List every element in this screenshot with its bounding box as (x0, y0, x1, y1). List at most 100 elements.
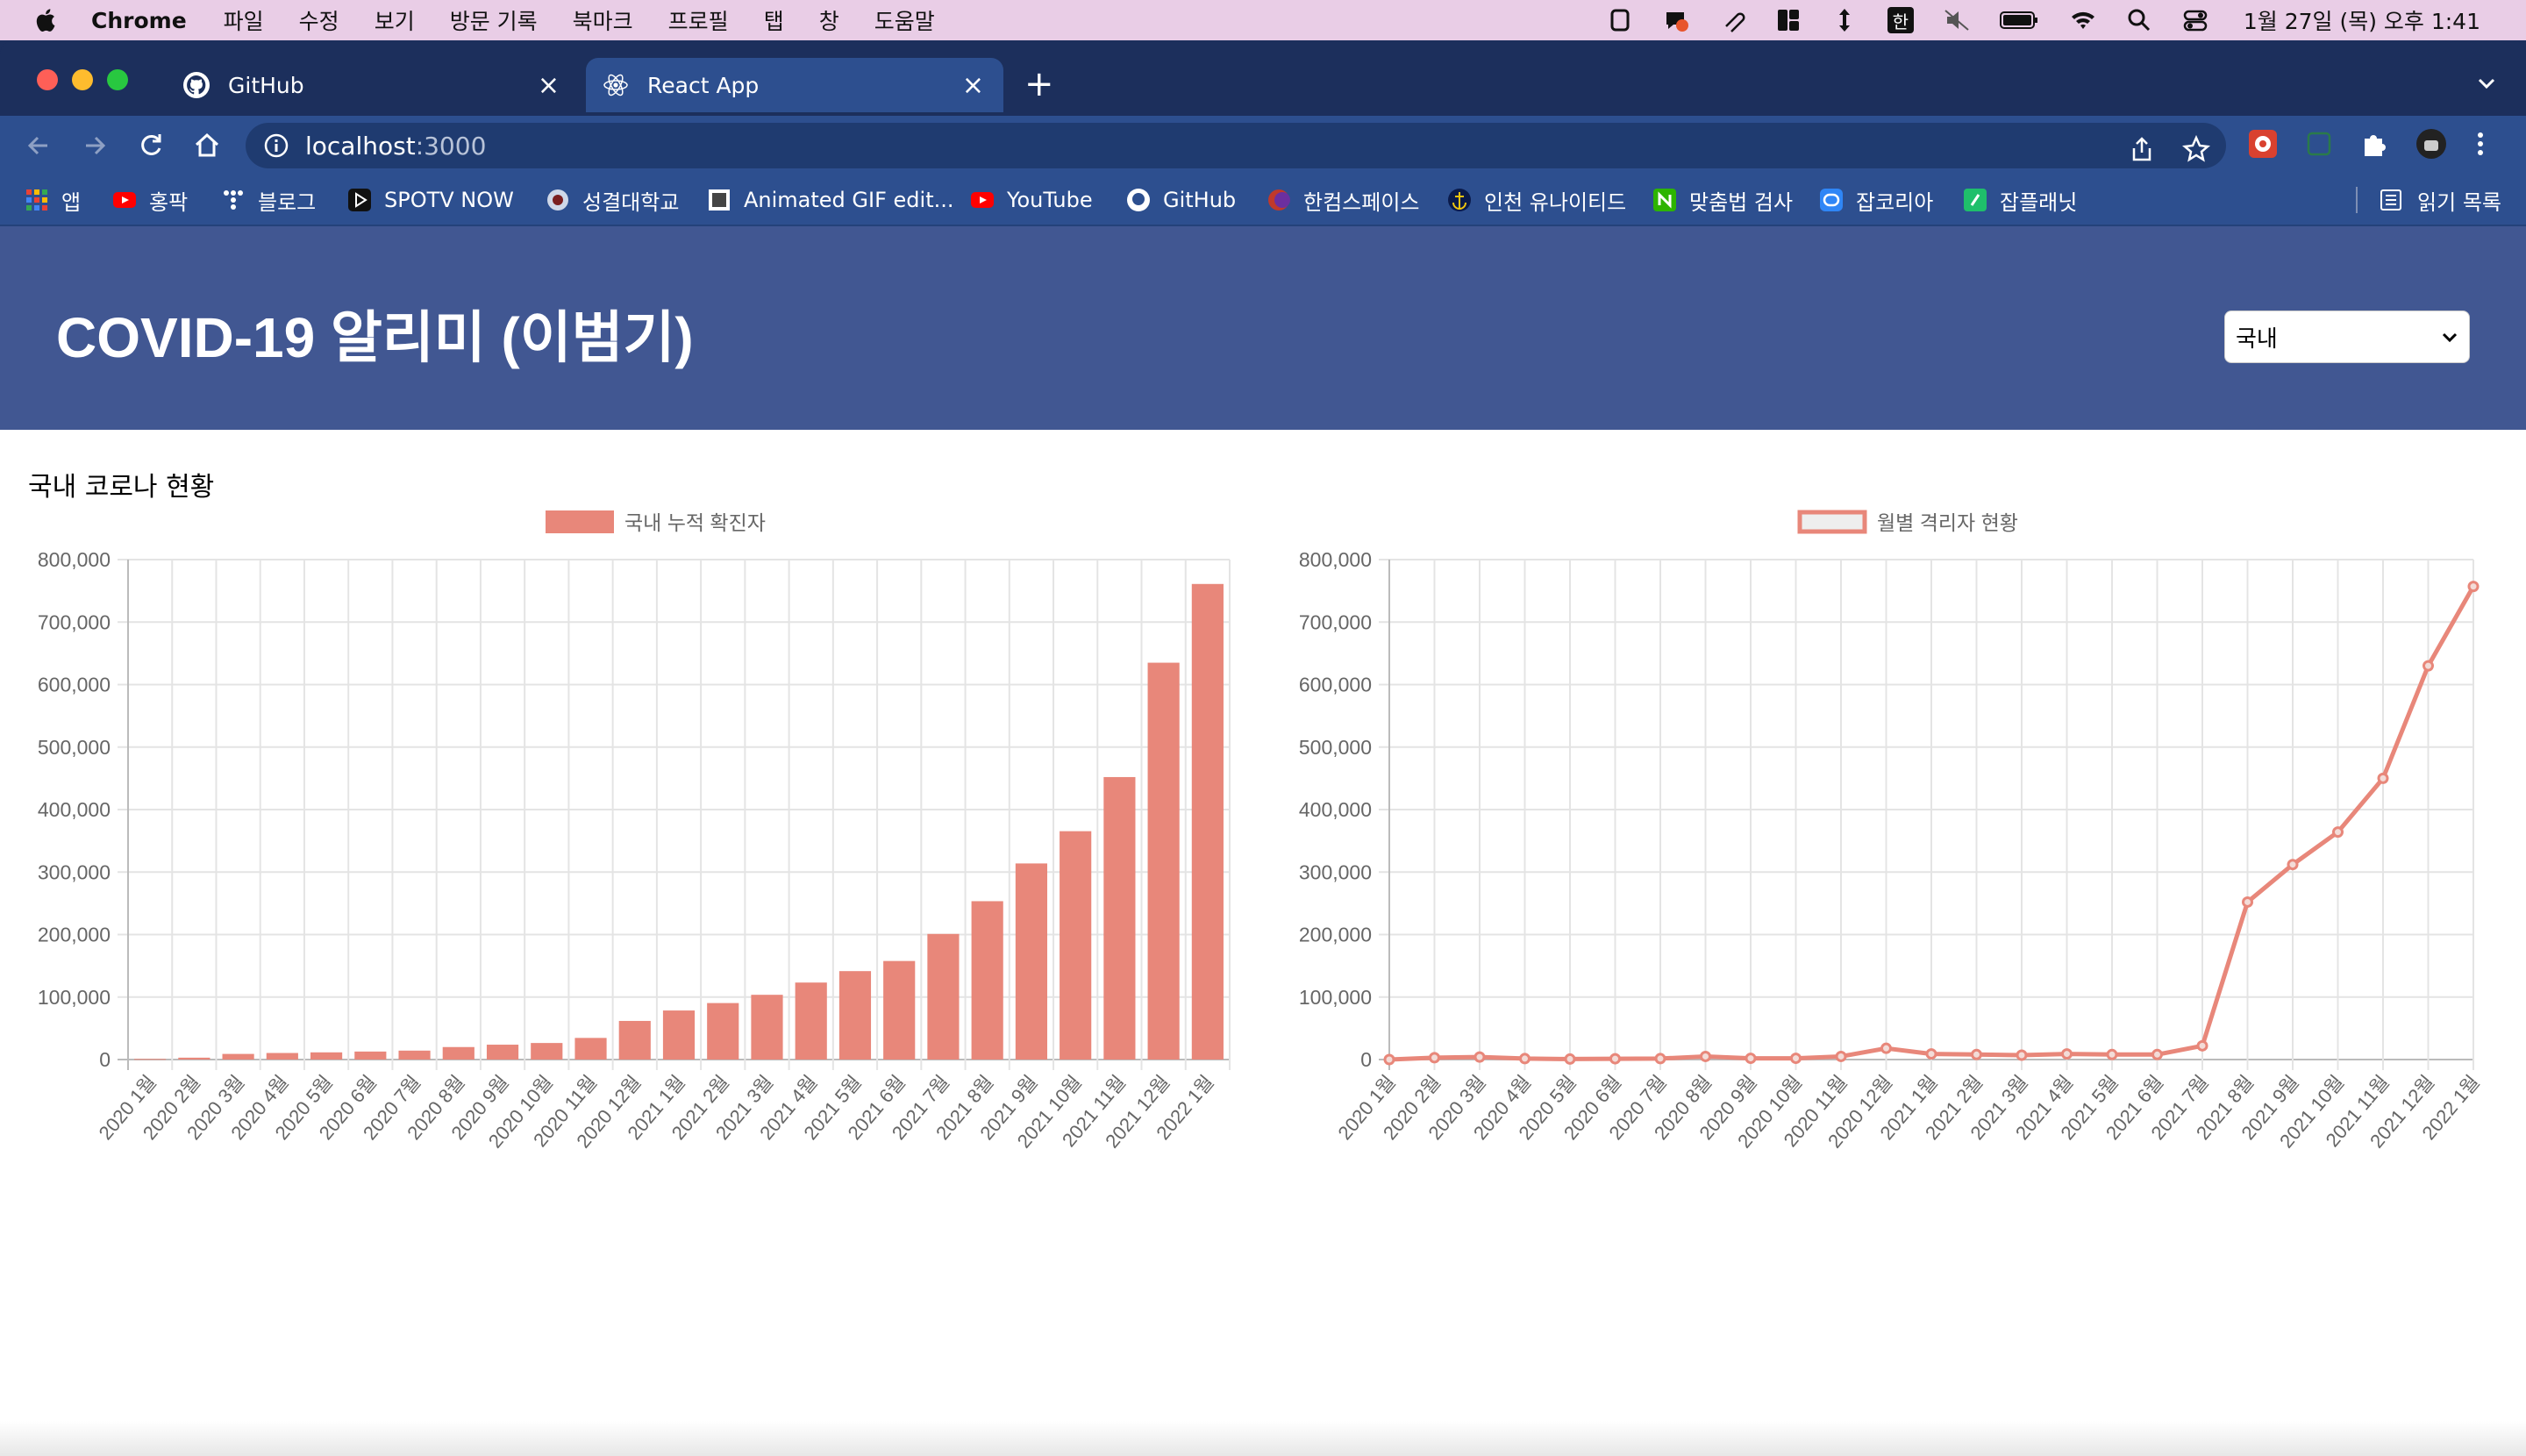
bookmark-jobkorea[interactable]: 잡코리아 (1819, 184, 1933, 216)
menu-view[interactable]: 보기 (375, 4, 415, 36)
bar (707, 1003, 739, 1060)
bar (398, 1050, 431, 1060)
url-host: localhost (305, 131, 416, 161)
region-select[interactable]: 국내 (2224, 310, 2470, 363)
puzzle-icon[interactable] (2359, 128, 2391, 160)
bookmark-gif-editor[interactable]: Animated GIF edit... (707, 184, 954, 216)
menu-clock[interactable]: 1월 27일 (목) 오후 1:41 (2244, 4, 2480, 36)
bar (222, 1053, 254, 1060)
y-tick-label: 700,000 (38, 610, 111, 633)
bookmark-apps[interactable]: 앱 (25, 184, 81, 216)
bookmark-label: 블로그 (258, 189, 317, 215)
jobkorea-icon (1820, 189, 1843, 211)
menu-history[interactable]: 방문 기록 (450, 4, 538, 36)
share-icon[interactable] (2128, 135, 2156, 163)
control-center-icon[interactable] (2182, 7, 2208, 33)
close-tab-icon[interactable]: × (962, 70, 984, 101)
blog-icon (224, 190, 243, 210)
mute-icon[interactable] (1944, 7, 1970, 33)
zoom-window-button[interactable] (107, 69, 128, 90)
star-icon[interactable] (2182, 135, 2210, 163)
close-window-button[interactable] (37, 69, 58, 90)
bookmark-spellcheck[interactable]: 맞춤법 검사 (1652, 184, 1793, 216)
menu-tab[interactable]: 탭 (764, 4, 784, 36)
layout-icon[interactable] (1775, 7, 1802, 33)
battery-icon[interactable] (1999, 7, 2040, 33)
y-tick-label: 0 (1360, 1048, 1372, 1071)
forward-icon[interactable] (79, 130, 111, 161)
legend-label: 월별 격리자 현황 (1877, 511, 2018, 534)
data-point (1429, 1052, 1440, 1064)
page-bottom-edge (0, 1421, 2526, 1456)
menu-help[interactable]: 도움말 (874, 4, 935, 36)
menu-app-name[interactable]: Chrome (91, 8, 187, 33)
bar (574, 1038, 607, 1060)
bar (310, 1052, 343, 1060)
back-icon[interactable] (23, 130, 54, 161)
profile-avatar-icon[interactable] (2415, 128, 2447, 160)
bookmark-label: SPOTV NOW (384, 188, 514, 212)
more-options-icon[interactable] (2472, 128, 2489, 160)
bookmark-blog[interactable]: 블로그 (221, 184, 316, 216)
menu-bookmarks[interactable]: 북마크 (573, 4, 633, 36)
y-tick-label: 400,000 (38, 798, 111, 821)
data-point (1564, 1053, 1576, 1065)
y-tick-label: 600,000 (38, 674, 111, 696)
site-info-icon[interactable] (263, 132, 289, 159)
address-bar[interactable]: localhost:3000 (246, 123, 2226, 168)
data-point (2467, 581, 2480, 593)
bar (971, 901, 1003, 1060)
apps-grid-icon (26, 189, 47, 211)
y-tick-label: 100,000 (38, 986, 111, 1009)
minimize-window-button[interactable] (72, 69, 93, 90)
tab-github[interactable]: GitHub × (167, 58, 579, 112)
bookmark-hancom[interactable]: 한컴스페이스 (1267, 184, 1419, 216)
bookmark-github[interactable]: GitHub (1126, 184, 1236, 216)
data-point (1971, 1048, 1982, 1060)
input-method-icon[interactable]: 한 (1887, 7, 1914, 33)
chevron-down-icon[interactable] (2477, 74, 2496, 93)
y-tick-label: 600,000 (1299, 674, 1372, 696)
resize-arrows-icon[interactable] (1831, 7, 1858, 33)
menu-file[interactable]: 파일 (224, 4, 264, 36)
play-icon (348, 189, 371, 211)
bookmark-label: 앱 (61, 189, 82, 215)
bar (883, 960, 916, 1060)
chat-status-icon[interactable] (1663, 7, 1689, 33)
extension-red-icon[interactable] (2247, 128, 2279, 160)
close-tab-icon[interactable]: × (538, 70, 560, 101)
shortcut-status-icon[interactable] (1607, 7, 1633, 33)
jobplanet-icon (1964, 189, 1987, 211)
bookmark-hongpak[interactable]: 홍팍 (112, 184, 188, 216)
paperclip-icon[interactable] (1719, 7, 1745, 33)
reading-list-button[interactable]: 읽기 목록 (2356, 184, 2501, 216)
y-tick-label: 0 (99, 1048, 111, 1071)
bar (178, 1057, 210, 1060)
bookmark-jobplanet[interactable]: 잡플래닛 (1963, 184, 2077, 216)
y-tick-label: 300,000 (1299, 860, 1372, 883)
menu-edit[interactable]: 수정 (299, 4, 339, 36)
new-tab-button[interactable]: + (1024, 67, 1054, 102)
bookmark-spotv[interactable]: SPOTV NOW (347, 184, 514, 216)
url-text[interactable]: localhost:3000 (305, 132, 486, 161)
bookmarks-divider (2356, 187, 2358, 213)
data-point (2106, 1048, 2118, 1060)
data-point (1383, 1053, 1395, 1066)
reload-icon[interactable] (135, 130, 167, 161)
bookmark-sungkyul[interactable]: 성결대학교 (546, 184, 679, 216)
bar (1147, 662, 1180, 1060)
menu-profiles[interactable]: 프로필 (668, 4, 729, 36)
bookmark-youtube[interactable]: YouTube (970, 184, 1093, 216)
y-tick-label: 200,000 (38, 924, 111, 946)
tab-react-app[interactable]: React App × (586, 58, 1003, 112)
data-point (2196, 1039, 2208, 1052)
legend-swatch (1797, 510, 1867, 534)
bar (1191, 583, 1224, 1060)
bookmark-incheon-united[interactable]: 인천 유나이티드 (1447, 184, 1626, 216)
wifi-icon[interactable] (2070, 7, 2096, 33)
home-icon[interactable] (191, 130, 223, 161)
apple-icon[interactable] (33, 7, 56, 33)
spotlight-search-icon[interactable] (2126, 7, 2152, 33)
extension-green-icon[interactable] (2303, 128, 2335, 160)
menu-window[interactable]: 창 (819, 4, 839, 36)
